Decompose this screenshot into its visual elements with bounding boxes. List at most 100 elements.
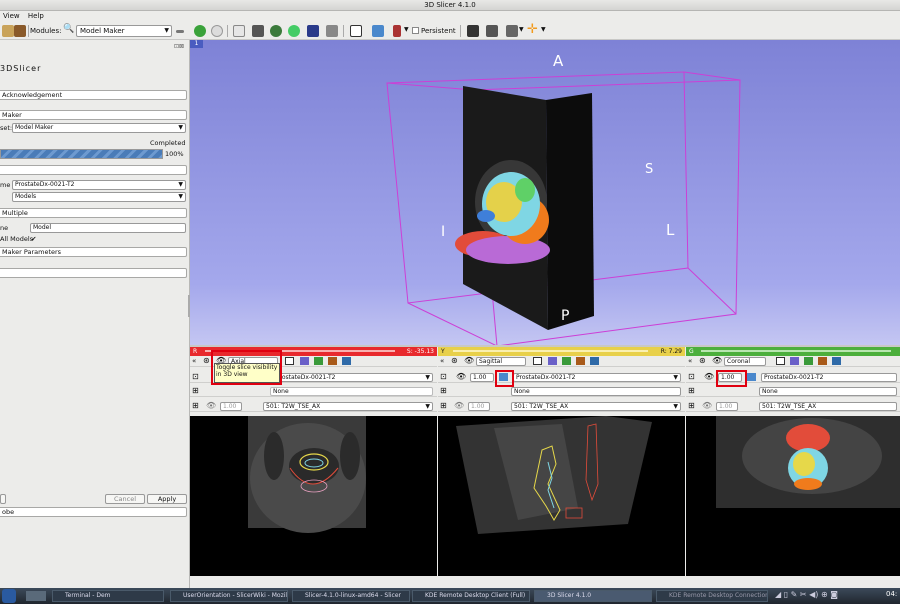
- yellow-slice-bar[interactable]: Y R: 7.29: [438, 347, 685, 356]
- eye-icon[interactable]: 👁: [464, 356, 474, 365]
- save-icon[interactable]: [14, 25, 26, 37]
- grid-icon[interactable]: ⊞: [192, 401, 199, 410]
- task-krdc-full[interactable]: KDE Remote Desktop Client (Full): [412, 590, 530, 602]
- pin-icon[interactable]: «: [192, 357, 196, 365]
- link-icon[interactable]: ⊡: [192, 372, 199, 381]
- reformat-icon[interactable]: [818, 357, 827, 365]
- red-bg-opacity[interactable]: 1.00: [220, 402, 242, 411]
- task-firefox[interactable]: UserOrientation - SlicerWiki - Mozil: [170, 590, 288, 602]
- layout-icon[interactable]: [350, 25, 362, 37]
- volumes-icon[interactable]: [270, 25, 282, 37]
- 3d-view[interactable]: 1 A S I L P: [190, 40, 900, 345]
- slice-model-icon[interactable]: [590, 357, 599, 365]
- green-label-select[interactable]: None: [759, 387, 897, 396]
- cancel-button[interactable]: Cancel: [105, 494, 145, 504]
- chevron-down-icon[interactable]: ▼: [541, 26, 546, 33]
- slice-model-icon[interactable]: [342, 357, 351, 365]
- volume-select[interactable]: ProstateDx-0021-T2 ▼: [12, 180, 186, 190]
- eye-icon[interactable]: 👁: [702, 401, 712, 410]
- foreground-icon[interactable]: [790, 357, 799, 365]
- link-icon[interactable]: ⊡: [688, 372, 695, 381]
- view-mode-icon[interactable]: [372, 25, 384, 37]
- green-slice-bar[interactable]: G: [686, 347, 900, 356]
- back-icon[interactable]: [194, 25, 206, 37]
- home-icon[interactable]: [233, 25, 245, 37]
- pin-icon[interactable]: «: [440, 357, 444, 365]
- red-fg-select[interactable]: ProstateDx-0021-T2 ▼: [273, 373, 433, 382]
- preset-select[interactable]: Model Maker ▼: [12, 123, 186, 133]
- scene-view-icon[interactable]: [486, 25, 498, 37]
- yellow-slice-slider[interactable]: [453, 350, 648, 352]
- forward-icon[interactable]: [211, 25, 223, 37]
- module-history-icon[interactable]: [176, 30, 184, 33]
- menu-view[interactable]: View: [3, 12, 20, 20]
- label-icon[interactable]: [314, 357, 323, 365]
- grid-icon[interactable]: ⊞: [440, 401, 447, 410]
- task-slicer-build[interactable]: Slicer-4.1.0-linux-amd64 - Slicer: [292, 590, 410, 602]
- task-krdc-connection[interactable]: KDE Remote Desktop Connection: [656, 590, 768, 602]
- green-slice-slider[interactable]: [701, 350, 891, 352]
- green-orientation-select[interactable]: Coronal: [724, 357, 766, 366]
- label-icon[interactable]: [804, 357, 813, 365]
- crosshair-icon[interactable]: ✛: [527, 22, 538, 37]
- yellow-fg-select[interactable]: ProstateDx-0021-T2 ▼: [513, 373, 681, 382]
- slice-visibility-icon[interactable]: [747, 373, 756, 381]
- search-icon[interactable]: 🔍: [63, 24, 74, 34]
- params-header[interactable]: Maker Parameters: [0, 247, 187, 257]
- grid-icon[interactable]: ⊞: [688, 401, 695, 410]
- red-bg-select[interactable]: 501: T2W_TSE_AX ▼: [263, 402, 433, 411]
- red-slice-view[interactable]: [190, 416, 437, 576]
- yellow-slice-view[interactable]: [438, 416, 685, 576]
- eye-icon[interactable]: 👁: [704, 372, 714, 381]
- task-terminal[interactable]: Terminal - Dem: [52, 590, 164, 602]
- eye-icon[interactable]: 👁: [712, 356, 722, 365]
- undock-icon[interactable]: ⊡⊠: [174, 43, 184, 50]
- pin-icon[interactable]: «: [688, 357, 692, 365]
- yellow-orientation-select[interactable]: Sagittal: [476, 357, 526, 366]
- label-icon[interactable]: [562, 357, 571, 365]
- foreground-icon[interactable]: [548, 357, 557, 365]
- models-select[interactable]: Models ▼: [12, 192, 186, 202]
- persistent-checkbox[interactable]: [412, 27, 419, 34]
- link-icon[interactable]: ⊛: [203, 356, 210, 365]
- eye-icon[interactable]: 👁: [456, 372, 466, 381]
- yellow-fg-opacity[interactable]: 1.00: [470, 373, 494, 382]
- task-slicer[interactable]: 3D Slicer 4.1.0: [534, 590, 652, 602]
- data-icon[interactable]: [2, 25, 14, 37]
- foreground-icon[interactable]: [300, 357, 309, 365]
- transforms-icon[interactable]: [307, 25, 319, 37]
- scene-view-edit-icon[interactable]: [506, 25, 518, 37]
- eye-icon[interactable]: 👁: [454, 401, 464, 410]
- reformat-icon[interactable]: [576, 357, 585, 365]
- system-tray-icons[interactable]: ◢ ▯ ✎ ✂ ◀) ⊕ ◙: [775, 590, 838, 599]
- yellow-label-select[interactable]: None: [511, 387, 681, 396]
- green-bg-select[interactable]: 501: T2W_TSE_AX: [759, 402, 897, 411]
- module-select[interactable]: Model Maker ▼: [76, 25, 172, 37]
- green-fg-select[interactable]: ProstateDx-0021-T2: [761, 373, 897, 382]
- chevron-down-icon[interactable]: ▼: [519, 26, 524, 33]
- model-maker-header[interactable]: Maker: [0, 110, 187, 120]
- data-module-icon[interactable]: [252, 25, 264, 37]
- models-icon[interactable]: [288, 25, 300, 37]
- help-button[interactable]: [0, 494, 6, 504]
- link-icon[interactable]: ⊛: [699, 356, 706, 365]
- all-models-checkbox[interactable]: ✔: [31, 235, 36, 243]
- output-field[interactable]: [0, 165, 187, 175]
- multiple-header[interactable]: Multiple: [0, 208, 187, 218]
- layout-icon[interactable]: [533, 357, 542, 365]
- eye-icon[interactable]: 👁: [206, 401, 216, 410]
- grid-icon[interactable]: ⊞: [440, 386, 447, 395]
- screenshot-icon[interactable]: [467, 25, 479, 37]
- green-bg-opacity[interactable]: 1.00: [716, 402, 738, 411]
- yellow-bg-select[interactable]: 501: T2W_TSE_AX ▼: [511, 402, 681, 411]
- link-icon[interactable]: ⊛: [451, 356, 458, 365]
- params-field[interactable]: [0, 268, 187, 278]
- menu-help[interactable]: Help: [28, 12, 44, 20]
- chevron-down-icon[interactable]: ▼: [404, 26, 409, 33]
- slice-model-icon[interactable]: [832, 357, 841, 365]
- probe-field[interactable]: obe: [0, 507, 187, 517]
- reformat-icon[interactable]: [328, 357, 337, 365]
- acknowledgement-header[interactable]: Acknowledgement: [0, 90, 187, 100]
- mouse-mode-icon[interactable]: [393, 25, 401, 37]
- start-menu-icon[interactable]: [2, 589, 16, 603]
